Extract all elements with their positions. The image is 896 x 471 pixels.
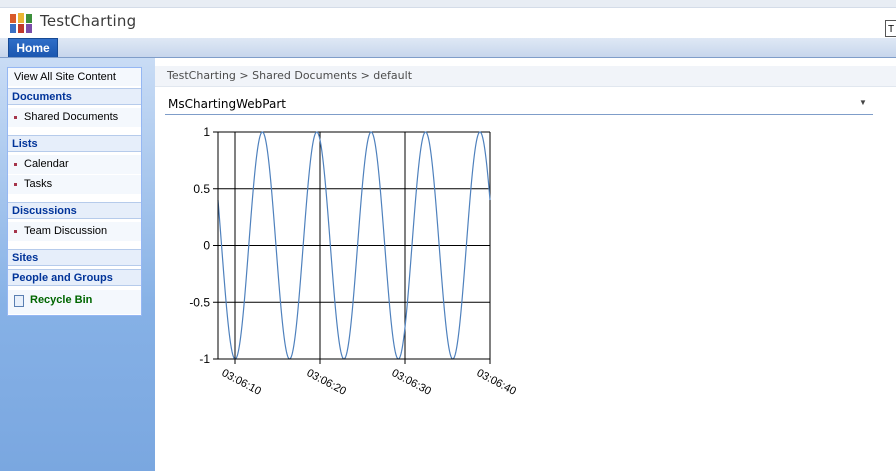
breadcrumb-separator: > xyxy=(239,69,249,82)
bullet-icon xyxy=(14,163,17,166)
top-strip xyxy=(0,0,896,8)
ql-heading-documents[interactable]: Documents xyxy=(8,88,141,105)
breadcrumb-separator: > xyxy=(360,69,370,82)
breadcrumb: TestCharting > Shared Documents > defaul… xyxy=(167,69,412,82)
breadcrumb-item-library[interactable]: Shared Documents xyxy=(252,69,357,82)
breadcrumb-item-site[interactable]: TestCharting xyxy=(167,69,236,82)
ql-item-team-discussion[interactable]: Team Discussion xyxy=(8,222,141,241)
y-tick-label: -1 xyxy=(199,352,210,366)
y-tick-label: -0.5 xyxy=(189,295,210,309)
webpart-title-divider xyxy=(165,114,873,115)
ql-heading-discussions[interactable]: Discussions xyxy=(8,202,141,219)
x-tick-label: 03:06:30 xyxy=(390,367,433,398)
ql-heading-lists[interactable]: Lists xyxy=(8,135,141,152)
ql-item-calendar[interactable]: Calendar xyxy=(8,155,141,174)
recycle-bin-icon xyxy=(14,295,24,307)
ql-heading-sites[interactable]: Sites xyxy=(8,249,141,266)
x-tick-label: 03:06:40 xyxy=(475,367,518,398)
corner-box[interactable]: T xyxy=(885,20,896,37)
webpart-title: MsChartingWebPart xyxy=(168,97,286,111)
ql-item-label: Tasks xyxy=(24,178,53,190)
bullet-icon xyxy=(14,116,17,119)
y-tick-label: 1 xyxy=(203,125,210,139)
chart-axes xyxy=(213,131,491,364)
bullet-icon xyxy=(14,230,17,233)
recycle-bin-label: Recycle Bin xyxy=(30,294,93,306)
site-logo-icon[interactable] xyxy=(8,12,34,34)
ql-item-label: Shared Documents xyxy=(24,111,119,123)
breadcrumb-item-page: default xyxy=(373,69,413,82)
ql-item-tasks[interactable]: Tasks xyxy=(8,175,141,194)
recycle-bin-link[interactable]: Recycle Bin xyxy=(8,290,141,314)
x-tick-label: 03:06:10 xyxy=(220,367,263,398)
y-tick-label: 0 xyxy=(203,239,210,253)
chart-grid xyxy=(218,131,491,360)
site-title[interactable]: TestCharting xyxy=(40,12,136,30)
tab-home[interactable]: Home xyxy=(8,38,58,57)
ql-item-label: Team Discussion xyxy=(24,225,108,237)
y-tick-label: 0.5 xyxy=(193,182,210,196)
top-navigation-bar xyxy=(0,38,896,58)
bullet-icon xyxy=(14,183,17,186)
ql-heading-people-and-groups[interactable]: People and Groups xyxy=(8,269,141,286)
ql-item-label: Calendar xyxy=(24,158,69,170)
view-all-site-content-link[interactable]: View All Site Content xyxy=(8,68,141,86)
chart-labels: 1 0.5 0 -0.5 -1 03:06:10 03:06:20 03:06:30 03:06… xyxy=(189,125,518,398)
quick-launch: View All Site Content Documents Shared D… xyxy=(7,67,142,316)
ql-item-shared-documents[interactable]: Shared Documents xyxy=(8,108,141,127)
x-tick-label: 03:06:20 xyxy=(305,367,348,398)
ms-chart: 1 0.5 0 -0.5 -1 03:06:10 03:06:20 03:06:30 03:06… xyxy=(189,125,518,398)
webpart-menu-chevron-down-icon[interactable]: ▼ xyxy=(859,98,867,107)
